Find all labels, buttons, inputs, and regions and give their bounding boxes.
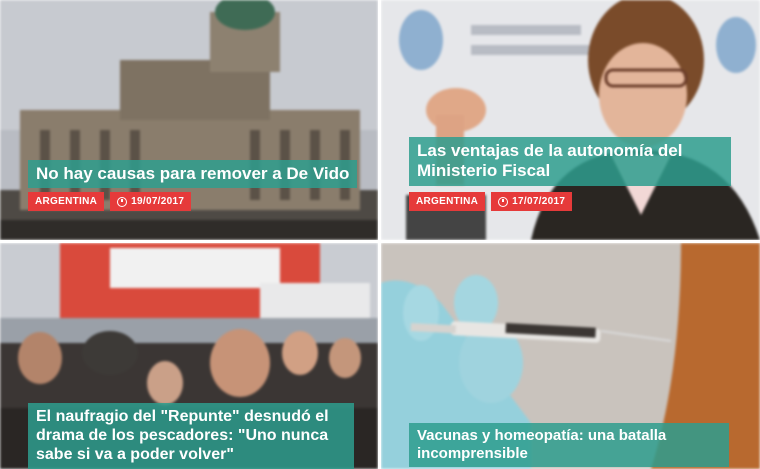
clock-icon	[117, 196, 128, 207]
news-card-1[interactable]: No hay causas para remover a De Vido ARG…	[0, 0, 378, 240]
news-card-1-meta: ARGENTINA 19/07/2017	[28, 192, 192, 211]
news-card-1-headline[interactable]: No hay causas para remover a De Vido	[28, 160, 358, 189]
news-card-2-category-badge[interactable]: ARGENTINA	[409, 192, 486, 211]
news-card-2[interactable]: Las ventajas de la autonomía del Ministe…	[381, 0, 760, 240]
news-card-3-headline[interactable]: El naufragio del "Repunte" desnudó el dr…	[28, 403, 354, 469]
news-card-4-headline[interactable]: Vacunas y homeopatía: una batalla incomp…	[409, 423, 729, 467]
news-card-4[interactable]: Vacunas y homeopatía: una batalla incomp…	[381, 243, 760, 469]
news-card-2-headline[interactable]: Las ventajas de la autonomía del Ministe…	[409, 137, 731, 186]
news-card-1-date-text: 19/07/2017	[131, 196, 185, 207]
news-card-2-meta: ARGENTINA 17/07/2017	[409, 192, 573, 211]
news-grid: No hay causas para remover a De Vido ARG…	[0, 0, 760, 469]
news-card-2-date: 17/07/2017	[491, 192, 573, 211]
clock-icon	[498, 196, 509, 207]
news-card-3[interactable]: El naufragio del "Repunte" desnudó el dr…	[0, 243, 378, 469]
news-card-2-date-text: 17/07/2017	[512, 196, 566, 207]
news-card-1-category-badge[interactable]: ARGENTINA	[28, 192, 105, 211]
news-card-1-date: 19/07/2017	[110, 192, 192, 211]
